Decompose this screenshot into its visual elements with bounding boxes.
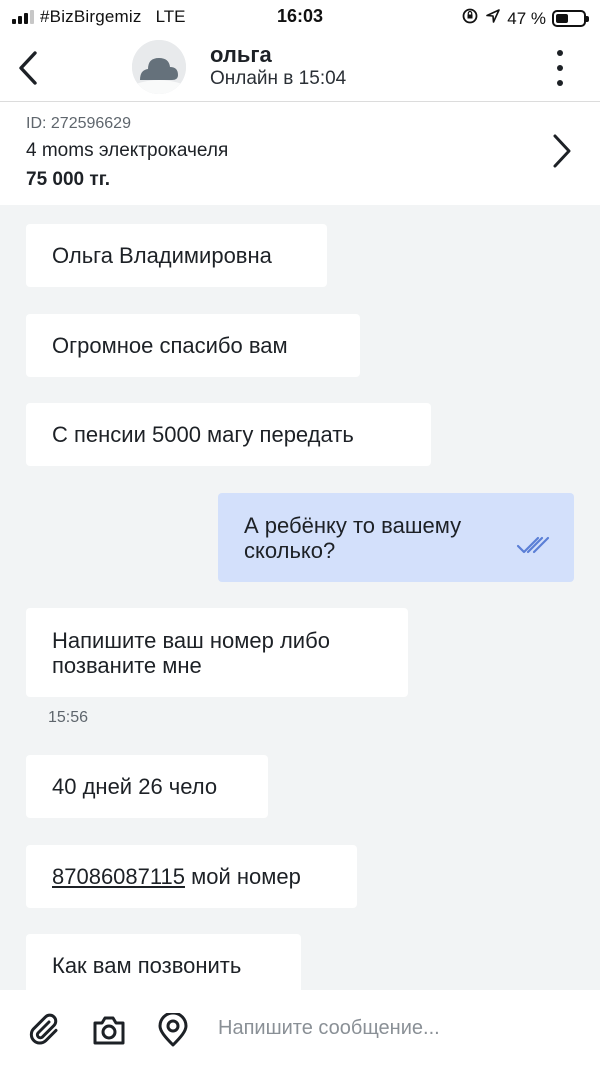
incoming-message[interactable]: Огромное спасибо вам	[26, 314, 360, 377]
message-timestamp: 15:56	[48, 709, 89, 726]
attach-button[interactable]	[26, 1012, 62, 1048]
message-text: Как вам позвонить	[52, 953, 242, 978]
orientation-lock-icon	[461, 7, 479, 30]
avatar[interactable]	[132, 40, 186, 94]
message-text-line: позваните мне	[52, 652, 202, 678]
message-text-line: сколько?	[244, 537, 336, 563]
listing-open-button[interactable]	[552, 133, 572, 174]
message-text-line: Напишите ваш номер либо	[52, 627, 330, 653]
phone-number-link[interactable]: 87086087115	[52, 864, 185, 889]
chevron-right-icon	[553, 134, 571, 168]
message-text-suffix: мой номер	[184, 864, 301, 889]
contact-name: ольга	[210, 42, 272, 67]
paperclip-icon	[29, 1013, 58, 1045]
more-options-button[interactable]	[550, 48, 570, 88]
location-arrow-icon	[485, 8, 501, 29]
double-check-read-icon	[516, 535, 550, 560]
status-bar-right: 47 %	[461, 7, 589, 30]
camera-icon	[93, 1016, 125, 1045]
listing-price: 75 000 тг.	[26, 169, 110, 190]
incoming-message[interactable]: Как вам позвонить	[26, 934, 301, 990]
message-text: 40 дней 26 чело	[52, 774, 218, 799]
battery-icon	[552, 10, 589, 27]
message-input[interactable]	[218, 1010, 578, 1046]
more-vertical-icon-dot	[557, 65, 563, 71]
incoming-message[interactable]: Ольга Владимировна	[26, 224, 327, 287]
message-text: С пенсии 5000 магу передать	[52, 422, 354, 447]
back-button[interactable]	[10, 46, 46, 90]
message-text-line: А ребёнку то вашему	[244, 512, 462, 538]
listing-title: 4 moms электрокачеля	[26, 140, 229, 161]
chevron-left-icon	[19, 51, 37, 85]
listing-id: ID: 272596629	[26, 115, 131, 132]
battery-level-fill	[556, 14, 569, 23]
message-input-bar	[0, 990, 600, 1066]
contact-online-status: Онлайн в 15:04	[210, 68, 347, 89]
message-text: Ольга Владимировна	[52, 243, 272, 268]
more-vertical-icon-dot	[557, 50, 563, 56]
chat-header: ольга Онлайн в 15:04	[0, 34, 600, 102]
message-text: 87086087115 мой номер	[52, 864, 331, 889]
location-button[interactable]	[155, 1012, 191, 1048]
outgoing-message[interactable]: А ребёнку то вашему сколько?	[218, 493, 574, 582]
location-pin-icon	[158, 1013, 188, 1047]
cloud-avatar-icon	[132, 40, 186, 94]
incoming-message[interactable]: С пенсии 5000 магу передать	[26, 403, 431, 466]
incoming-message[interactable]: 87086087115 мой номер	[26, 845, 357, 908]
listing-preview[interactable]: ID: 272596629 4 moms электрокачеля 75 00…	[0, 103, 600, 205]
message-list[interactable]: Ольга Владимировна Огромное спасибо вам …	[0, 205, 600, 990]
status-bar: #BizBirgemiz LTE 16:03 47 %	[0, 0, 600, 34]
camera-button[interactable]	[91, 1012, 127, 1048]
incoming-message[interactable]: 40 дней 26 чело	[26, 755, 268, 818]
message-text: Огромное спасибо вам	[52, 333, 288, 358]
more-vertical-icon-dot	[557, 80, 563, 86]
battery-percent: 47 %	[507, 8, 546, 28]
incoming-message[interactable]: Напишите ваш номер либо позваните мне	[26, 608, 408, 697]
